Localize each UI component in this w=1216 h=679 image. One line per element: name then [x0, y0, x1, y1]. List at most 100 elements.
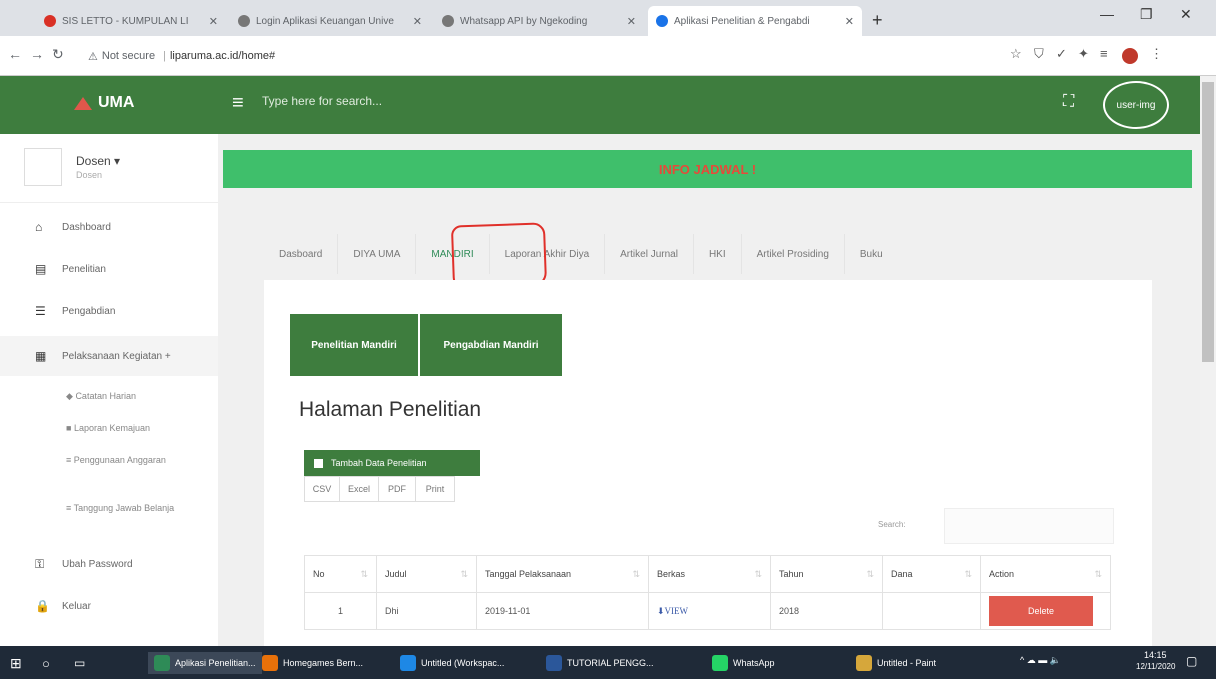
reload-icon[interactable]: ↻: [52, 46, 64, 63]
windows-start-icon[interactable]: ⊞: [10, 652, 22, 674]
profile-icon[interactable]: [1122, 48, 1138, 64]
url-field[interactable]: ⚠ Not secure | liparuma.ac.id/home#: [88, 43, 275, 69]
close-window-icon[interactable]: ✕: [1180, 6, 1192, 23]
diamond-icon: ◆: [66, 391, 73, 401]
home-icon: ⌂: [35, 220, 43, 234]
th-tanggal[interactable]: Tanggal Pelaksanaan ⇅: [476, 555, 649, 593]
th-label: Judul: [385, 568, 407, 579]
address-bar: ← → ↻ ⚠ Not secure | liparuma.ac.id/home…: [0, 36, 1216, 76]
th-label: Berkas: [657, 568, 686, 579]
taskbar-label: Untitled (Workspac...: [421, 658, 505, 668]
tab-artikel-jurnal[interactable]: Artikel Jurnal: [605, 234, 694, 274]
browser-tab-1[interactable]: Login Aplikasi Keuangan Unive ✕: [230, 6, 430, 36]
close-icon[interactable]: ✕: [413, 15, 422, 28]
browser-tab-2[interactable]: Whatsapp API by Ngekoding ✕: [434, 6, 644, 36]
taskbar-item-vscode[interactable]: Untitled (Workspac...: [400, 652, 504, 674]
cell-action: Delete: [980, 592, 1111, 630]
close-icon[interactable]: ✕: [209, 15, 218, 28]
page-scrollbar[interactable]: [1200, 76, 1216, 646]
notification-icon[interactable]: ▢: [1186, 654, 1197, 668]
tab-dasboard[interactable]: Dasboard: [264, 234, 339, 274]
th-judul[interactable]: Judul ⇅: [376, 555, 477, 593]
taskbar-label: WhatsApp: [733, 658, 775, 668]
scrollbar-thumb[interactable]: [1202, 82, 1214, 362]
th-berkas[interactable]: Berkas ⇅: [648, 555, 771, 593]
th-tahun[interactable]: Tahun ⇅: [770, 555, 883, 593]
th-label: No: [313, 568, 325, 579]
sidebar-item-ubah-password[interactable]: ⚿ Ubah Password: [0, 547, 218, 581]
subitem-label: Laporan Kemajuan: [73, 423, 151, 433]
taskbar-item-paint[interactable]: Untitled - Paint: [856, 652, 936, 674]
taskbar: ⊞ ○ ▭ Aplikasi Penelitian... Homegames B…: [0, 646, 1216, 679]
puzzle-icon[interactable]: ✦: [1078, 46, 1089, 62]
add-data-button[interactable]: Tambah Data Penelitian: [304, 450, 480, 476]
taskbar-item-aplikasi[interactable]: Aplikasi Penelitian...: [148, 652, 262, 674]
tab-label: Whatsapp API by Ngekoding: [460, 15, 588, 27]
maximize-icon[interactable]: ❐: [1140, 6, 1153, 23]
new-tab-button[interactable]: +: [872, 10, 883, 31]
pengabdian-mandiri-button[interactable]: Pengabdian Mandiri: [420, 314, 562, 376]
print-button[interactable]: Print: [415, 476, 455, 502]
user-name-dropdown[interactable]: Dosen ▾: [76, 154, 120, 168]
check-icon[interactable]: ✓: [1056, 46, 1067, 62]
clock-date: 12/11/2020: [1136, 662, 1176, 671]
task-view-icon[interactable]: ▭: [74, 652, 85, 674]
th-dana[interactable]: Dana ⇅: [882, 555, 981, 593]
csv-button[interactable]: CSV: [304, 476, 340, 502]
star-icon[interactable]: ☆: [1010, 46, 1022, 62]
sidebar-subitem-penggunaan-anggaran[interactable]: ≡ Penggunaan Anggaran: [66, 454, 176, 467]
sidebar-subitem-catatan-harian[interactable]: ◆ Catatan Harian: [66, 390, 136, 403]
sidebar-item-keluar[interactable]: 🔒 Keluar: [0, 589, 218, 623]
reading-list-icon[interactable]: ≡: [1100, 46, 1108, 61]
view-link[interactable]: ⬇VIEW: [657, 606, 688, 616]
logo[interactable]: UMA: [74, 94, 134, 112]
delete-button[interactable]: Delete: [989, 596, 1093, 626]
taskbar-item-word[interactable]: TUTORIAL PENGG...: [546, 652, 654, 674]
search-icon[interactable]: ○: [42, 652, 50, 674]
key-icon: ⚿: [35, 556, 45, 571]
browser-tab-3[interactable]: Aplikasi Penelitian & Pengabdi ✕: [648, 6, 862, 36]
forward-icon[interactable]: →: [30, 46, 44, 62]
excel-button[interactable]: Excel: [339, 476, 379, 502]
sidebar-item-pengabdian[interactable]: ☰ Pengabdian: [0, 294, 218, 328]
clock-time: 14:15: [1144, 650, 1167, 660]
url-prefix: Not secure: [101, 50, 156, 62]
back-icon[interactable]: ←: [8, 46, 22, 62]
sidebar-item-dashboard[interactable]: ⌂ Dashboard: [0, 210, 218, 244]
url-text: liparuma.ac.id/home#: [169, 50, 276, 62]
menu-icon[interactable]: ⋮: [1150, 46, 1163, 62]
close-icon[interactable]: ✕: [627, 15, 636, 28]
tab-label: Login Aplikasi Keuangan Unive: [256, 15, 394, 27]
table-search-input[interactable]: [944, 508, 1114, 544]
search-input[interactable]: [262, 94, 512, 108]
content-card: Penelitian Mandiri Pengabdian Mandiri Ha…: [264, 280, 1152, 650]
cell-dana: [882, 592, 981, 630]
hamburger-menu-icon[interactable]: ≡: [232, 92, 244, 115]
fullscreen-icon[interactable]: ⛶: [1063, 93, 1074, 111]
minimize-icon[interactable]: —: [1100, 6, 1114, 22]
taskbar-label: Aplikasi Penelitian...: [175, 658, 256, 668]
avatar[interactable]: user-img: [1103, 81, 1169, 129]
th-action[interactable]: Action ⇅: [980, 555, 1111, 593]
penelitian-mandiri-button[interactable]: Penelitian Mandiri: [290, 314, 418, 376]
sidebar-item-pelaksanaan-kegiatan[interactable]: ▦ Pelaksanaan Kegiatan +: [0, 336, 218, 376]
browser-tab-0[interactable]: SIS LETTO - KUMPULAN LI ✕: [36, 6, 226, 36]
tab-hki[interactable]: HKI: [694, 234, 742, 274]
tab-diya-uma[interactable]: DIYA UMA: [338, 234, 417, 274]
taskbar-item-whatsapp[interactable]: WhatsApp: [712, 652, 775, 674]
taskbar-item-homegames[interactable]: Homegames Bern...: [262, 652, 363, 674]
tab-buku[interactable]: Buku: [845, 234, 898, 274]
shield-icon[interactable]: ⛉: [1034, 46, 1044, 62]
th-no[interactable]: No ⇅: [304, 555, 377, 593]
sort-icon: ⇅: [964, 568, 972, 579]
tab-artikel-prosiding[interactable]: Artikel Prosiding: [742, 234, 845, 274]
sort-icon: ⇅: [360, 568, 368, 579]
close-icon[interactable]: ✕: [845, 15, 854, 28]
th-label: Tanggal Pelaksanaan: [485, 568, 572, 579]
tray-icons[interactable]: ^ ☁ ▬ 🔈: [1020, 655, 1061, 666]
sidebar-subitem-laporan-kemajuan[interactable]: ■ Laporan Kemajuan: [66, 422, 150, 435]
sidebar-subitem-tanggung-jawab-belanja[interactable]: ≡ Tanggung Jawab Belanja: [66, 502, 176, 515]
sidebar-item-label: Ubah Password: [62, 558, 133, 570]
pdf-button[interactable]: PDF: [378, 476, 416, 502]
sidebar-item-penelitian[interactable]: ▤ Penelitian: [0, 252, 218, 286]
